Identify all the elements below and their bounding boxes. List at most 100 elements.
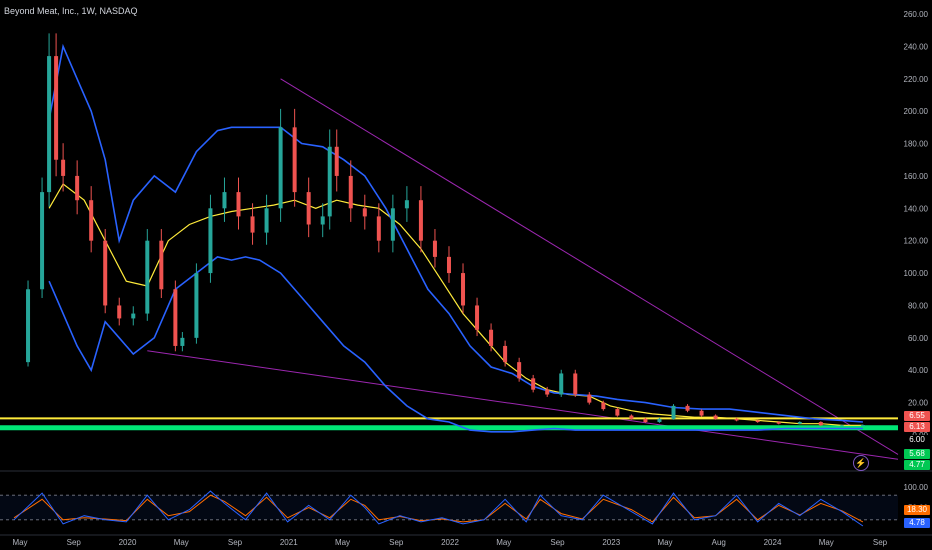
- candle-body: [839, 425, 844, 427]
- y-tick-label: 220.00: [904, 75, 929, 84]
- x-tick-label: May: [174, 538, 189, 547]
- x-tick-label: 2022: [441, 538, 459, 547]
- x-tick-label: Sep: [873, 538, 888, 547]
- y-tick-label: 240.00: [904, 42, 929, 51]
- x-tick-label: May: [496, 538, 511, 547]
- x-tick-label: Sep: [228, 538, 243, 547]
- candle-body: [47, 56, 52, 193]
- x-tick-label: May: [657, 538, 672, 547]
- candle-body: [629, 415, 634, 419]
- bollinger-upper-line: [48, 43, 863, 423]
- price-tag: 6.55: [904, 411, 930, 421]
- candle-body: [446, 256, 451, 274]
- candle-body: [103, 240, 108, 306]
- candle-body: [545, 389, 550, 395]
- candle-body: [236, 192, 241, 217]
- candle-body: [54, 56, 59, 160]
- candle-body: [145, 240, 150, 314]
- candle-body: [159, 240, 164, 290]
- candle-body: [776, 422, 781, 424]
- candle-body: [671, 405, 676, 419]
- candle-body: [657, 418, 662, 423]
- candle-body: [531, 378, 536, 390]
- candle-body: [376, 216, 381, 241]
- candle-body: [517, 362, 522, 379]
- candle-body: [573, 373, 578, 395]
- candle-body: [699, 410, 704, 416]
- candle-body: [432, 240, 437, 257]
- y-tick-label: 40.00: [908, 366, 929, 375]
- candle-body: [734, 418, 739, 421]
- trendline: [147, 350, 899, 460]
- candle-body: [26, 289, 31, 363]
- y-tick-label: 160.00: [904, 172, 929, 181]
- price-tag: 6.00: [904, 435, 930, 445]
- candle-body: [615, 409, 620, 416]
- candle-body: [503, 345, 508, 363]
- candle-body: [278, 127, 283, 209]
- y-tick-label: 20.00: [908, 399, 929, 408]
- y-tick-label: 260.00: [904, 10, 929, 19]
- candle-body: [292, 127, 297, 193]
- x-tick-label: 2023: [602, 538, 620, 547]
- y-tick-label: 200.00: [904, 107, 929, 116]
- x-tick-label: May: [335, 538, 350, 547]
- x-tick-label: Sep: [550, 538, 565, 547]
- candle-body: [404, 200, 409, 209]
- candle-body: [117, 305, 122, 319]
- x-tick-label: 2021: [280, 538, 298, 547]
- candle-body: [348, 175, 353, 209]
- candle-body: [180, 337, 185, 346]
- x-tick-label: Aug: [712, 538, 726, 547]
- candle-body: [306, 192, 311, 225]
- candle-body: [61, 159, 66, 176]
- candle-body: [418, 200, 423, 241]
- candle-body: [334, 146, 339, 176]
- price-tag: 6.13: [904, 422, 930, 432]
- chart-canvas[interactable]: 260.00 240.00 220.00 200.00 180.00 160.00 140.…: [0, 0, 932, 550]
- x-tick-label: Sep: [389, 538, 404, 547]
- candle-body: [264, 208, 269, 233]
- candle-body: [194, 273, 199, 338]
- candle-body: [475, 305, 480, 330]
- candle-body: [208, 208, 213, 274]
- chart-title: Beyond Meat, Inc., 1W, NASDAQ: [4, 6, 138, 16]
- y-tick-label: 180.00: [904, 140, 929, 149]
- x-tick-label: May: [12, 538, 27, 547]
- candle-body: [755, 420, 760, 423]
- x-tick-label: Sep: [67, 538, 82, 547]
- stoch-value-tag: 18.30: [904, 505, 930, 515]
- candle-body: [797, 422, 802, 424]
- candle-body: [685, 405, 690, 411]
- price-tag: 5.68: [904, 449, 930, 459]
- price-tag: 4.77: [904, 460, 930, 470]
- y-tick-label: 140.00: [904, 204, 929, 213]
- moving-average-line: [48, 183, 863, 426]
- candle-body: [587, 394, 592, 403]
- candle-body: [601, 402, 606, 410]
- y-tick-label: 120.00: [904, 237, 929, 246]
- candle-body: [320, 216, 325, 225]
- candle-body: [75, 175, 80, 201]
- y-tick-label: 80.00: [908, 301, 929, 310]
- x-tick-label: 2020: [119, 538, 137, 547]
- candle-body: [461, 273, 466, 306]
- candle-body: [818, 422, 823, 426]
- stoch-y-tick-label: 100.00: [904, 483, 929, 492]
- y-tick-label: 60.00: [908, 334, 929, 343]
- candle-body: [643, 418, 648, 423]
- candle-body: [860, 425, 865, 427]
- candle-body: [89, 200, 94, 241]
- lightning-icon[interactable]: ⚡: [853, 455, 869, 471]
- candle-body: [390, 208, 395, 241]
- candle-body: [559, 373, 564, 395]
- candle-body: [40, 192, 45, 290]
- stoch-value-tag: 4.78: [904, 518, 930, 528]
- x-tick-label: 2024: [764, 538, 782, 547]
- candle-body: [362, 208, 367, 217]
- x-tick-label: May: [819, 538, 834, 547]
- candle-body: [222, 192, 227, 209]
- candle-body: [131, 313, 136, 319]
- y-tick-label: 100.00: [904, 269, 929, 278]
- candle-body: [173, 289, 178, 346]
